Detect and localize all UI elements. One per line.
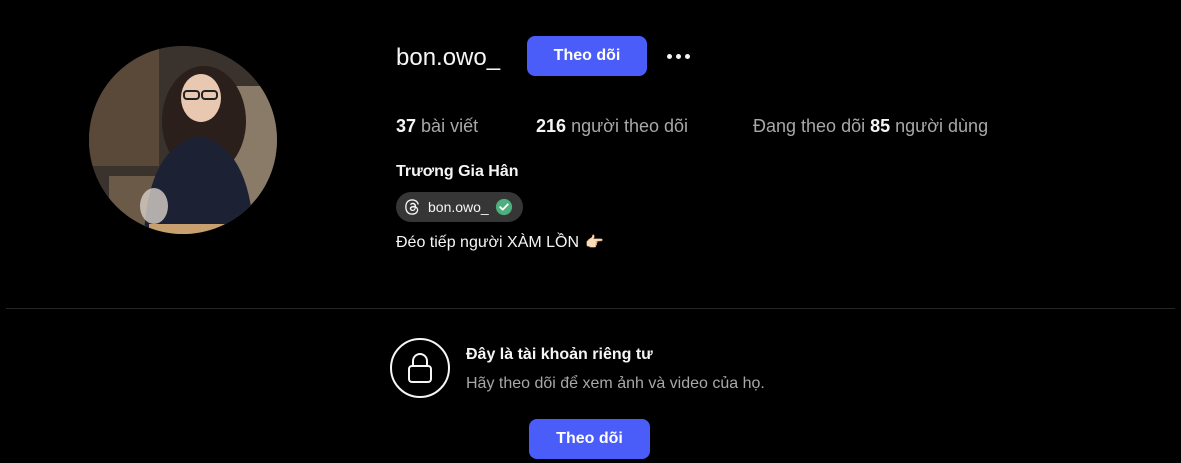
more-dot [675,53,681,59]
posts-label: bài viết [421,116,479,136]
posts-count: 37 [396,116,417,136]
following-prefix: Đang theo dõi [753,116,866,136]
threads-icon [405,199,419,215]
threads-handle: bon.owo_ [428,199,489,215]
following-stat[interactable]: Đang theo dõi 85 người dùng [753,114,988,138]
private-account-subtitle: Hãy theo dõi để xem ảnh và video của họ. [466,375,765,392]
followers-stat[interactable]: 216 người theo dõi [536,114,688,138]
followers-label: người theo dõi [571,116,688,136]
more-horizontal-icon [666,53,672,59]
posts-stat: 37 bài viết [396,114,478,138]
following-label: người dùng [895,116,989,136]
bio-text: Đéo tiếp người XÀM LỒN [396,234,580,251]
lock-icon [408,353,432,383]
threads-badge[interactable]: bon.owo_ [396,192,523,222]
profile-bio: Đéo tiếp người XÀM LỒN 👉🏻 [396,233,604,252]
pointing-hand-icon: 👉🏻 [585,234,604,251]
profile-page: bon.owo_ Theo dõi 37 bài viết 216 người … [0,0,1181,463]
more-dot [684,53,690,59]
followers-count: 216 [536,116,567,136]
private-follow-button[interactable]: Theo dõi [529,419,650,459]
more-options-button[interactable] [660,43,696,69]
private-lock-badge [390,338,450,398]
profile-username: bon.owo_ [396,44,501,71]
profile-full-name: Trương Gia Hân [396,163,519,180]
verified-check-icon [495,198,512,216]
follow-button[interactable]: Theo dõi [527,36,647,76]
section-divider [6,308,1175,309]
profile-avatar[interactable] [89,46,277,234]
following-count: 85 [870,116,891,136]
avatar-photo [89,46,277,234]
private-account-title: Đây là tài khoản riêng tư [466,346,653,363]
